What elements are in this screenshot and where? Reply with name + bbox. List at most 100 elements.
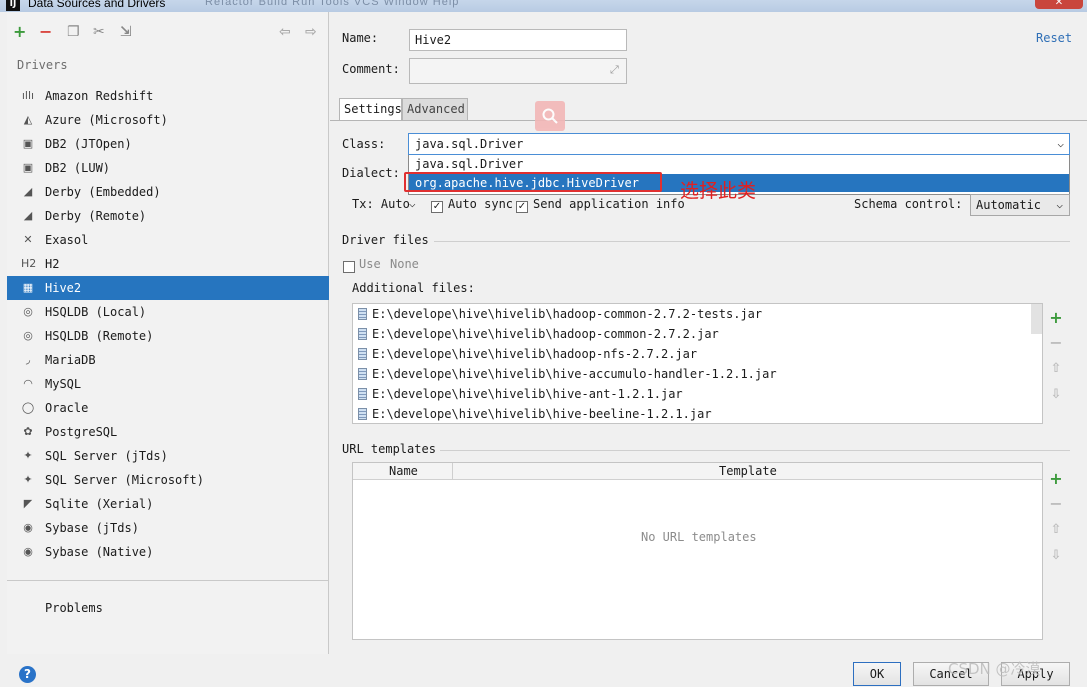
expand-icon[interactable]: ⤢ — [610, 63, 619, 77]
schema-control-value: Automatic — [976, 198, 1042, 212]
help-icon[interactable]: ? — [19, 666, 36, 683]
settings-icon[interactable]: ✂ — [93, 24, 105, 40]
auto-sync-label: Auto sync — [448, 197, 514, 211]
driver-item[interactable]: H2 H2 — [7, 252, 329, 276]
use-checkbox[interactable] — [343, 261, 355, 273]
driver-item[interactable]: ✕ Exasol — [7, 228, 329, 252]
tab-advanced[interactable]: Advanced — [402, 98, 468, 120]
files-scrollbar[interactable] — [1031, 304, 1042, 334]
driver-item[interactable]: ◞ MariaDB — [7, 348, 329, 372]
annotation-text: 选择此类 — [680, 180, 757, 202]
driver-label: Exasol — [45, 233, 89, 247]
driver-item[interactable]: ◤ Sqlite (Xerial) — [7, 492, 329, 516]
class-select[interactable]: java.sql.Driver ⌵ — [408, 133, 1070, 155]
driver-icon: ▣ — [22, 161, 34, 174]
jar-icon — [358, 408, 367, 420]
file-row[interactable]: E:\develope\hive\hivelib\hive-accumulo-h… — [355, 364, 777, 384]
title-bar: IJ Data Sources and Drivers Refactor Bui… — [0, 0, 1087, 12]
add-icon[interactable]: + — [13, 24, 26, 40]
driver-label: SQL Server (Microsoft) — [45, 473, 204, 487]
back-icon[interactable]: ⇦ — [279, 24, 291, 40]
add-file-button[interactable]: + — [1046, 309, 1066, 327]
file-row[interactable]: E:\develope\hive\hivelib\hadoop-nfs-2.7.… — [355, 344, 697, 364]
additional-files-label: Additional files: — [352, 281, 475, 295]
jar-icon — [358, 368, 367, 380]
driver-label: SQL Server (jTds) — [45, 449, 168, 463]
copy-icon[interactable]: ❐ — [67, 24, 80, 40]
url-templates-title: URL templates — [342, 442, 436, 456]
column-divider — [452, 463, 453, 480]
driver-item[interactable]: ◭ Azure (Microsoft) — [7, 108, 329, 132]
driver-item[interactable]: ▣ DB2 (LUW) — [7, 156, 329, 180]
driver-icon: ◤ — [23, 497, 33, 510]
driver-item[interactable]: ◯ Oracle — [7, 396, 329, 420]
file-path: E:\develope\hive\hivelib\hadoop-common-2… — [372, 327, 719, 341]
remove-file-button[interactable]: − — [1046, 334, 1066, 352]
name-label: Name: — [342, 31, 379, 45]
drivers-sidebar: + − ❐ ✂ ⇲ ⇦ ⇨ Drivers ıllı Amazon Redshif… — [7, 12, 329, 654]
file-row[interactable]: E:\develope\hive\hivelib\hadoop-common-2… — [355, 304, 762, 324]
remove-url-button[interactable]: − — [1046, 495, 1066, 513]
driver-icon: ✿ — [23, 425, 33, 438]
driver-label: Sybase (Native) — [45, 545, 154, 559]
driver-item[interactable]: ◢ Derby (Embedded) — [7, 180, 329, 204]
class-option[interactable]: java.sql.Driver — [409, 155, 1069, 173]
auto-sync-checkbox[interactable]: ✓ — [431, 201, 443, 213]
section-divider — [434, 241, 1070, 242]
reset-link[interactable]: Reset — [1036, 31, 1072, 45]
driver-label: Derby (Remote) — [45, 209, 147, 223]
tx-select[interactable]: Tx: Auto — [352, 197, 410, 211]
driver-item[interactable]: ▣ DB2 (JTOpen) — [7, 132, 329, 156]
url-templates-table[interactable] — [352, 462, 1043, 640]
driver-item[interactable]: ◢ Derby (Remote) — [7, 204, 329, 228]
move-up-button[interactable]: ⇧ — [1046, 360, 1066, 378]
use-label: Use — [359, 257, 381, 271]
import-icon[interactable]: ⇲ — [120, 24, 132, 40]
comment-input[interactable] — [409, 58, 627, 84]
send-info-checkbox[interactable]: ✓ — [516, 201, 528, 213]
move-down-button[interactable]: ⇩ — [1046, 547, 1066, 565]
driver-item[interactable]: ◎ HSQLDB (Local) — [7, 300, 329, 324]
column-header-name[interactable]: Name — [389, 464, 418, 478]
driver-icon: ✦ — [23, 449, 33, 462]
driver-label: Sqlite (Xerial) — [45, 497, 154, 511]
driver-label: Amazon Redshift — [45, 89, 154, 103]
schema-control-select[interactable]: Automatic ⌵ — [970, 194, 1070, 216]
driver-item[interactable]: ◉ Sybase (jTds) — [7, 516, 329, 540]
file-row[interactable]: E:\develope\hive\hivelib\hadoop-common-2… — [355, 324, 719, 344]
driver-item[interactable]: ▦ Hive2 — [7, 276, 329, 300]
driver-icon: ✦ — [23, 473, 33, 486]
column-header-template[interactable]: Template — [719, 464, 777, 478]
url-table-header — [353, 463, 1042, 480]
driver-item[interactable]: ◉ Sybase (Native) — [7, 540, 329, 564]
problems-item[interactable]: Problems — [45, 601, 103, 615]
driver-item[interactable]: ✦ SQL Server (Microsoft) — [7, 468, 329, 492]
driver-label: DB2 (LUW) — [45, 161, 111, 175]
file-row[interactable]: E:\develope\hive\hivelib\hive-ant-1.2.1.… — [355, 384, 683, 404]
close-button[interactable]: ✕ — [1035, 0, 1083, 9]
move-down-button[interactable]: ⇩ — [1046, 386, 1066, 404]
driver-item[interactable]: ✦ SQL Server (jTds) — [7, 444, 329, 468]
file-row[interactable]: E:\develope\hive\hivelib\hive-beeline-1.… — [355, 404, 712, 423]
app-icon: IJ — [6, 0, 20, 11]
chevron-down-icon: ⌵ — [409, 197, 416, 210]
tab-settings[interactable]: Settings — [339, 98, 402, 120]
ok-button[interactable]: OK — [853, 662, 901, 686]
driver-item[interactable]: ◠ MySQL — [7, 372, 329, 396]
remove-icon[interactable]: − — [39, 24, 52, 40]
name-input[interactable]: Hive2 — [409, 29, 627, 51]
driver-item[interactable]: ıllı Amazon Redshift — [7, 84, 329, 108]
forward-icon[interactable]: ⇨ — [305, 24, 317, 40]
schema-control-label: Schema control: — [854, 197, 963, 211]
driver-label: Azure (Microsoft) — [45, 113, 168, 127]
driver-item[interactable]: ◎ HSQLDB (Remote) — [7, 324, 329, 348]
driver-icon: ◯ — [21, 401, 35, 414]
file-path: E:\develope\hive\hivelib\hive-accumulo-h… — [372, 367, 777, 381]
driver-item[interactable]: ✿ PostgreSQL — [7, 420, 329, 444]
additional-files-list[interactable]: E:\develope\hive\hivelib\hadoop-common-2… — [352, 303, 1043, 424]
driver-icon: ıllı — [21, 89, 35, 102]
move-up-button[interactable]: ⇧ — [1046, 521, 1066, 539]
add-url-button[interactable]: + — [1046, 470, 1066, 488]
driver-label: MySQL — [45, 377, 82, 391]
driver-label: HSQLDB (Remote) — [45, 329, 154, 343]
